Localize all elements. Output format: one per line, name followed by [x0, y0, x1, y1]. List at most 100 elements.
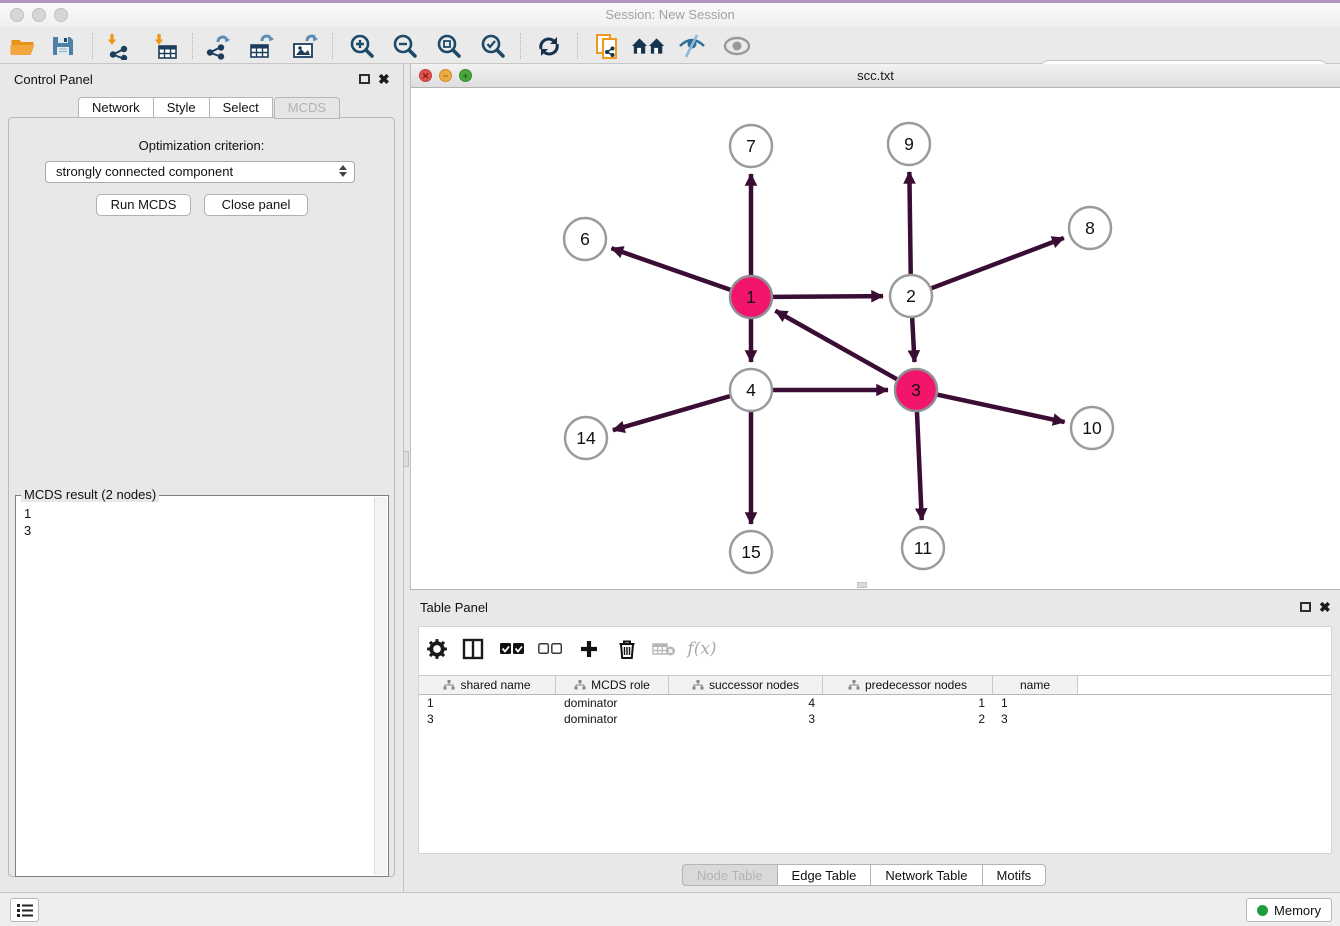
save-button[interactable] [45, 31, 81, 61]
graph-node-8[interactable]: 8 [1069, 207, 1111, 249]
show-columns-button[interactable] [457, 635, 489, 663]
table-cell[interactable]: 1 [993, 695, 1078, 711]
console-button[interactable] [10, 898, 39, 922]
optimization-criterion-label: Optimization criterion: [9, 138, 394, 153]
graph-node-14[interactable]: 14 [565, 417, 607, 459]
column-header-MCDS-role[interactable]: MCDS role [556, 676, 669, 694]
tab-mcds[interactable]: MCDS [274, 97, 340, 119]
close-panel-icon[interactable]: ✖ [378, 73, 390, 85]
add-row-button[interactable] [573, 635, 605, 663]
export-table-button[interactable] [244, 31, 280, 61]
table-panel: Table Panel ✖ [404, 590, 1340, 892]
table-cell[interactable]: 3 [993, 711, 1078, 727]
table-row[interactable]: 3dominator323 [419, 711, 1331, 727]
zoom-in-button[interactable] [344, 31, 380, 61]
graph-node-9[interactable]: 9 [888, 123, 930, 165]
result-scrollbar[interactable] [374, 497, 387, 875]
table-panel-title: Table Panel [420, 600, 488, 615]
table-cell[interactable]: dominator [556, 695, 669, 711]
toolbar-separator [577, 33, 578, 59]
graph-node-6[interactable]: 6 [564, 218, 606, 260]
tab-network-table[interactable]: Network Table [871, 864, 982, 886]
homes-button[interactable] [631, 31, 667, 61]
open-file-button[interactable] [4, 31, 40, 61]
graph-edge-1-2[interactable] [773, 296, 883, 297]
tab-node-table[interactable]: Node Table [682, 864, 778, 886]
graph-edge-2-8[interactable] [932, 238, 1064, 288]
float-panel-icon[interactable] [359, 74, 370, 84]
column-header-successor-nodes[interactable]: successor nodes [669, 676, 823, 694]
float-panel-icon[interactable] [1300, 602, 1311, 612]
column-header-shared-name[interactable]: shared name [419, 676, 556, 694]
delete-column-button[interactable] [648, 635, 680, 663]
table-cell[interactable]: dominator [556, 711, 669, 727]
tab-network[interactable]: Network [78, 97, 154, 118]
graph-node-10[interactable]: 10 [1071, 407, 1113, 449]
graph-node-label: 10 [1082, 418, 1102, 438]
export-network-button[interactable] [200, 31, 236, 61]
graph-edge-3-10[interactable] [938, 395, 1065, 422]
table-cell[interactable]: 3 [669, 711, 823, 727]
select-all-icon [500, 642, 524, 656]
graph-edge-3-1[interactable] [775, 311, 896, 379]
select-all-button[interactable] [496, 635, 528, 663]
zoom-out-button[interactable] [387, 31, 423, 61]
graph-edge-2-9[interactable] [909, 172, 910, 274]
graph-edge-1-6[interactable] [611, 248, 730, 290]
memory-button[interactable]: Memory [1246, 898, 1332, 922]
graph-edge-2-3[interactable] [912, 318, 914, 362]
app-window: Session: New Session [0, 0, 1340, 926]
run-mcds-button[interactable]: Run MCDS [96, 194, 191, 216]
tab-select[interactable]: Select [210, 97, 273, 118]
table-cell[interactable]: 1 [419, 695, 556, 711]
graph-node-11[interactable]: 11 [902, 527, 944, 569]
graph-edge-4-14[interactable] [613, 396, 730, 430]
hide-details-icon [677, 33, 707, 59]
graph-node-1[interactable]: 1 [730, 276, 772, 318]
zoom-selected-button[interactable] [475, 31, 511, 61]
table-cell[interactable]: 2 [823, 711, 993, 727]
criterion-dropdown[interactable]: strongly connected component [45, 161, 355, 183]
graph-node-3[interactable]: 3 [895, 369, 937, 411]
graph-node-2[interactable]: 2 [890, 275, 932, 317]
toolbar-separator [520, 33, 521, 59]
unselect-all-button[interactable] [534, 635, 566, 663]
splitter-grip[interactable] [403, 451, 409, 467]
graph-node-4[interactable]: 4 [730, 369, 772, 411]
column-header-name[interactable]: name [993, 676, 1078, 694]
column-header-predecessor-nodes[interactable]: predecessor nodes [823, 676, 993, 694]
export-image-button[interactable] [287, 31, 323, 61]
canvas-resize-grip[interactable] [857, 582, 867, 588]
network-window-titlebar[interactable]: ✕ − + scc.txt [411, 64, 1340, 88]
refresh-layout-button[interactable] [531, 31, 567, 61]
graph-edge-3-11[interactable] [917, 412, 922, 520]
graph-node-15[interactable]: 15 [730, 531, 772, 573]
graph-node-label: 9 [904, 134, 914, 154]
network-canvas[interactable]: 7 9 6 8 1 2 4 3 14 10 15 11 [411, 88, 1340, 589]
tab-motifs[interactable]: Motifs [983, 864, 1047, 886]
mcds-tab-content: Optimization criterion: strongly connect… [8, 117, 395, 877]
tab-style[interactable]: Style [154, 97, 210, 118]
close-panel-icon[interactable]: ✖ [1319, 601, 1331, 613]
show-details-button[interactable] [719, 31, 755, 61]
hide-details-button[interactable] [674, 31, 710, 61]
table-cell[interactable]: 1 [823, 695, 993, 711]
zoom-in-icon [349, 33, 376, 60]
column-flow-icon [848, 680, 860, 690]
table-cell[interactable]: 3 [419, 711, 556, 727]
control-panel-title: Control Panel [14, 72, 93, 87]
zoom-fit-button[interactable] [431, 31, 467, 61]
table-cell[interactable]: 4 [669, 695, 823, 711]
import-table-button[interactable] [147, 31, 183, 61]
table-settings-button[interactable] [421, 635, 453, 663]
toolbar-separator [92, 33, 93, 59]
close-panel-button[interactable]: Close panel [204, 194, 308, 216]
table-row[interactable]: 1dominator411 [419, 695, 1331, 711]
duplicate-network-button[interactable] [589, 31, 625, 61]
network-window-title: scc.txt [411, 64, 1340, 88]
apply-function-button[interactable]: f(x) [686, 635, 718, 663]
tab-edge-table[interactable]: Edge Table [778, 864, 872, 886]
graph-node-7[interactable]: 7 [730, 125, 772, 167]
delete-rows-button[interactable] [611, 635, 643, 663]
import-network-button[interactable] [100, 31, 136, 61]
